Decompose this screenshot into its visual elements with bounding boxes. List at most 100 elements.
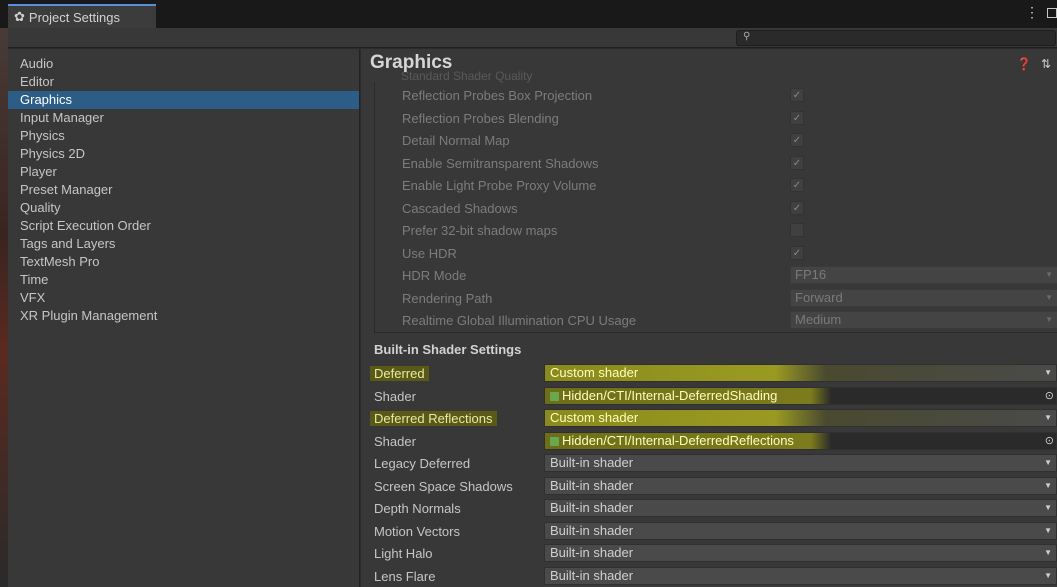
tier-setting-row: Cascaded Shadows ✓: [375, 197, 1057, 220]
sidebar-item-editor[interactable]: Editor: [8, 73, 359, 91]
chevron-down-icon: ▼: [1044, 480, 1052, 490]
shader-setting-label: Legacy Deferred: [374, 456, 471, 471]
shader-setting-label: Screen Space Shadows: [374, 478, 513, 494]
builtin-shader-row: Lens Flare Built-in shader ▼: [361, 565, 1057, 587]
window-menu-icon[interactable]: ⋮: [1025, 4, 1043, 21]
setting-checkbox[interactable]: ✓: [790, 88, 804, 102]
dropdown-value: Medium: [795, 312, 842, 327]
tier-setting-row: Enable Light Probe Proxy Volume ✓: [375, 174, 1057, 197]
chevron-down-icon: ▼: [1044, 368, 1052, 377]
chevron-down-icon: ▼: [1045, 315, 1053, 324]
tier-setting-row: Enable Semitransparent Shadows ✓: [375, 152, 1057, 175]
sidebar-item-graphics[interactable]: Graphics: [8, 91, 359, 109]
shader-setting-label: Deferred: [370, 366, 429, 381]
tier-setting-row: Realtime Global Illumination CPU Usage Me…: [375, 309, 1057, 332]
tier-setting-row: Reflection Probes Blending ✓: [375, 107, 1057, 130]
field-value: Hidden/CTI/Internal-DeferredReflections: [562, 432, 794, 448]
setting-checkbox[interactable]: ✓: [790, 245, 804, 260]
chevron-down-icon: ▼: [1044, 525, 1052, 535]
settings-panel: Standard Shader Quality Graphics ❓ ⇅ Ref…: [361, 49, 1057, 587]
setting-dropdown[interactable]: Medium ▼: [790, 311, 1057, 329]
field-value: Custom shader: [550, 365, 639, 380]
setting-checkbox[interactable]: ✓: [790, 155, 804, 170]
field-value: Built-in shader: [550, 500, 634, 515]
chevron-down-icon: ▼: [1044, 458, 1052, 467]
setting-label: Detail Normal Map: [402, 133, 510, 148]
sidebar-item-physics-2d[interactable]: Physics 2D: [8, 145, 359, 163]
field-value: Built-in shader: [550, 522, 634, 538]
setting-label: Rendering Path: [402, 290, 493, 306]
builtin-shader-row: Deferred Custom shader ▼: [361, 362, 1057, 385]
builtin-shader-row: Screen Space Shadows Built-in shader ▼: [361, 475, 1057, 498]
shader-mode-dropdown[interactable]: Built-in shader ▼: [544, 499, 1057, 517]
sidebar-item-quality[interactable]: Quality: [8, 199, 359, 217]
setting-dropdown[interactable]: FP16 ▼: [790, 266, 1057, 284]
sliders-icon[interactable]: ⇅: [1041, 57, 1051, 71]
chevron-down-icon: ▼: [1045, 270, 1053, 279]
setting-label: Reflection Probes Blending: [402, 110, 559, 126]
window-tab[interactable]: ✿ Project Settings: [8, 4, 156, 28]
tier-setting-row: HDR Mode FP16 ▼: [375, 264, 1057, 287]
background-strip: [0, 0, 8, 587]
shader-mode-dropdown[interactable]: Built-in shader ▼: [544, 521, 1057, 540]
setting-label: Enable Light Probe Proxy Volume: [402, 178, 597, 193]
shader-setting-label: Light Halo: [374, 546, 433, 561]
sidebar-item-textmesh-pro[interactable]: TextMesh Pro: [8, 253, 359, 271]
search-icon: ⚲: [743, 31, 751, 42]
search-row: ⚲: [8, 28, 1057, 48]
field-value: Custom shader: [550, 410, 639, 425]
chevron-down-icon: ▼: [1045, 292, 1053, 302]
shader-mode-dropdown[interactable]: Built-in shader ▼: [544, 454, 1057, 472]
shader-mode-dropdown[interactable]: Built-in shader ▼: [544, 544, 1057, 562]
sidebar-item-preset-manager[interactable]: Preset Manager: [8, 181, 359, 199]
builtin-shader-row: Legacy Deferred Built-in shader ▼: [361, 452, 1057, 475]
search-input[interactable]: ⚲: [736, 30, 1056, 46]
shader-mode-dropdown[interactable]: Built-in shader ▼: [544, 566, 1057, 585]
shader-mode-dropdown[interactable]: Custom shader ▼: [544, 364, 1057, 382]
setting-label: Reflection Probes Box Projection: [402, 88, 593, 103]
setting-checkbox[interactable]: ✓: [790, 133, 804, 147]
shader-setting-label: Motion Vectors: [374, 523, 460, 539]
shader-mode-dropdown[interactable]: Built-in shader ▼: [544, 476, 1057, 495]
sidebar: Audio Editor Graphics Input Manager Physics P…: [8, 49, 360, 587]
target-icon[interactable]: ⊙: [1045, 388, 1054, 404]
maximize-icon[interactable]: [1047, 8, 1057, 18]
chevron-down-icon: ▼: [1044, 570, 1052, 580]
chevron-down-icon: ▼: [1044, 413, 1052, 422]
shader-setting-label: Deferred Reflections: [370, 411, 497, 426]
field-value: Built-in shader: [550, 477, 634, 493]
shader-object-field[interactable]: Hidden/CTI/Internal-DeferredShading ⊙: [544, 386, 1057, 405]
shader-setting-label: Shader: [374, 433, 416, 449]
setting-checkbox[interactable]: ✓: [790, 110, 804, 125]
tier-setting-row: Prefer 32-bit shadow maps: [375, 219, 1057, 242]
tier-setting-row: Rendering Path Forward ▼: [375, 287, 1057, 310]
dropdown-value: FP16: [795, 267, 827, 282]
setting-checkbox[interactable]: ✓: [790, 200, 804, 215]
field-value: Built-in shader: [550, 567, 634, 583]
shader-icon: [550, 436, 559, 446]
sidebar-item-input-manager[interactable]: Input Manager: [8, 109, 359, 127]
page-title: Graphics: [370, 52, 453, 73]
setting-label: Enable Semitransparent Shadows: [402, 155, 599, 171]
setting-label: Use HDR: [402, 245, 457, 261]
sidebar-item-physics[interactable]: Physics: [8, 127, 359, 145]
setting-dropdown[interactable]: Forward ▼: [790, 288, 1057, 307]
builtin-shader-row: Motion Vectors Built-in shader ▼: [361, 520, 1057, 543]
setting-checkbox[interactable]: [790, 223, 804, 237]
sidebar-item-audio[interactable]: Audio: [8, 55, 359, 73]
shader-object-field[interactable]: Hidden/CTI/Internal-DeferredReflections ⊙: [544, 431, 1057, 450]
sidebar-item-vfx[interactable]: VFX: [8, 289, 359, 307]
shader-mode-dropdown[interactable]: Custom shader ▼: [544, 409, 1057, 427]
setting-checkbox[interactable]: ✓: [790, 178, 804, 192]
builtin-shader-row: Shader Hidden/CTI/Internal-DeferredReflec…: [361, 430, 1057, 453]
sidebar-item-time[interactable]: Time: [8, 271, 359, 289]
dropdown-value: Forward: [795, 289, 843, 305]
help-icon[interactable]: ❓: [1017, 57, 1032, 71]
sidebar-item-tags-and-layers[interactable]: Tags and Layers: [8, 235, 359, 253]
sidebar-list: Audio Editor Graphics Input Manager Physics P…: [8, 49, 359, 325]
sidebar-item-script-execution-order[interactable]: Script Execution Order: [8, 217, 359, 235]
sidebar-item-xr-plugin-management[interactable]: XR Plugin Management: [8, 307, 359, 325]
target-icon[interactable]: ⊙: [1045, 433, 1054, 449]
sidebar-item-player[interactable]: Player: [8, 163, 359, 181]
setting-label: Realtime Global Illumination CPU Usage: [402, 313, 637, 328]
